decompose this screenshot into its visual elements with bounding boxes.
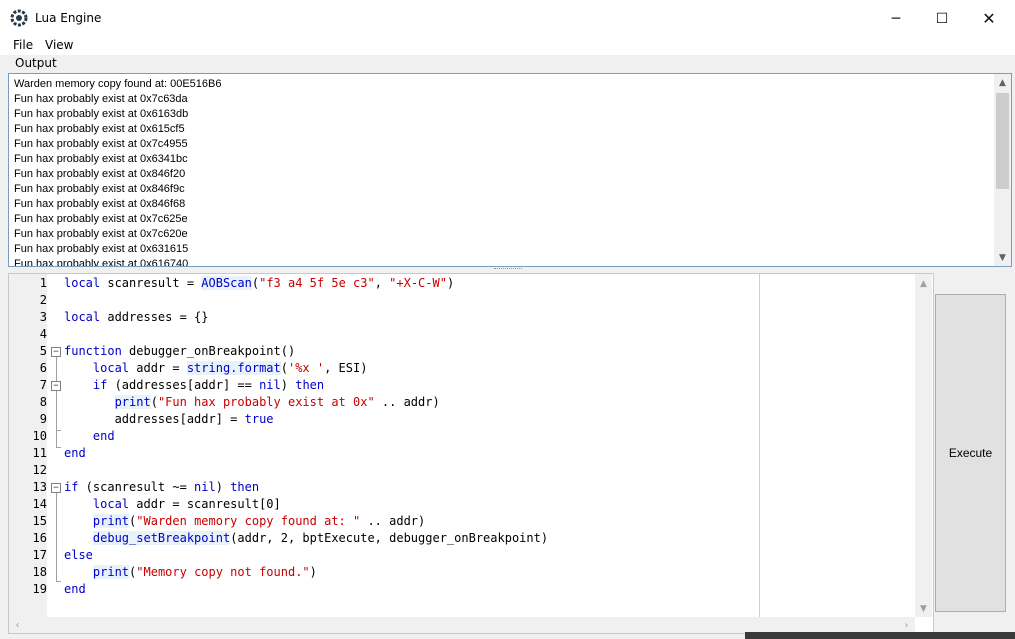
line-number: 8 <box>39 395 47 409</box>
output-line: Fun hax probably exist at 0x7c63da <box>14 93 188 105</box>
menu-bar: File View <box>0 37 1015 55</box>
scroll-up-icon[interactable]: ▲ <box>915 275 932 292</box>
line-number: 1 <box>39 276 47 290</box>
cheat-engine-icon <box>10 9 28 27</box>
line-number: 9 <box>39 412 47 426</box>
line-number: 14 <box>32 497 47 511</box>
line-number: 17 <box>32 548 47 562</box>
line-number-gutter: 1 2 3 4 5 6 7 8 9 10 11 12 13 14 15 16 17 18 19 <box>9 274 47 617</box>
output-scrollbar[interactable]: ▲ ▼ <box>994 74 1011 266</box>
taskbar-edge <box>745 632 1015 639</box>
line-number: 10 <box>32 429 47 443</box>
line-number: 6 <box>39 361 47 375</box>
fold-toggle-icon[interactable]: − <box>51 381 61 391</box>
output-line: Fun hax probably exist at 0x846f9c <box>14 183 185 195</box>
code-editor[interactable]: 1 2 3 4 5 6 7 8 9 10 11 12 13 14 15 16 17 18 19 − − − loca… <box>8 273 934 634</box>
minimize-button[interactable]: ─ <box>873 0 919 37</box>
line-number: 16 <box>32 531 47 545</box>
code-text-area[interactable]: local scanresult = AOBScan("f3 a4 5f 5e … <box>64 274 904 617</box>
code-line: if (scanresult ~= nil) then <box>64 480 260 494</box>
line-number: 2 <box>39 293 47 307</box>
fold-guide-end <box>56 581 61 582</box>
line-number: 19 <box>32 582 47 596</box>
line-number: 11 <box>32 446 47 460</box>
code-line: local addr = string.format('%x ', ESI) <box>92 361 368 375</box>
code-line: else <box>64 548 93 562</box>
minimize-icon: ─ <box>891 10 901 27</box>
fold-margin[interactable]: − − − <box>49 274 63 617</box>
output-pane[interactable]: Warden memory copy found at: 00E516B6 Fun… <box>8 73 1012 267</box>
line-number: 3 <box>39 310 47 324</box>
editor-horizontal-scrollbar[interactable]: ‹ › <box>9 617 915 633</box>
splitter-grip-icon <box>494 268 522 271</box>
code-line: debug_setBreakpoint(addr, 2, bptExecute,… <box>92 531 549 545</box>
output-line: Fun hax probably exist at 0x615cf5 <box>14 123 185 135</box>
code-line: end <box>64 446 86 460</box>
line-number: 5 <box>39 344 47 358</box>
maximize-button[interactable]: ☐ <box>919 0 965 37</box>
output-line: Fun hax probably exist at 0x6341bc <box>14 153 188 165</box>
fold-guide <box>56 493 57 581</box>
fold-toggle-icon[interactable]: − <box>51 347 61 357</box>
maximize-icon: ☐ <box>935 10 949 27</box>
output-label: Output <box>15 56 57 70</box>
menu-view[interactable]: View <box>45 38 73 52</box>
code-line: if (addresses[addr] == nil) then <box>92 378 325 392</box>
code-line: local addr = scanresult[0] <box>92 497 281 511</box>
scroll-down-icon[interactable]: ▼ <box>994 249 1011 266</box>
line-number: 12 <box>32 463 47 477</box>
edge-column-marker <box>759 274 760 617</box>
output-line: Fun hax probably exist at 0x7c4955 <box>14 138 188 150</box>
fold-guide <box>56 357 57 447</box>
code-line: print("Fun hax probably exist at 0x" .. … <box>114 395 440 409</box>
output-line: Warden memory copy found at: 00E516B6 <box>14 78 222 90</box>
scroll-left-icon[interactable]: ‹ <box>9 617 26 633</box>
code-line: local scanresult = AOBScan("f3 a4 5f 5e … <box>64 276 455 290</box>
output-scroll-thumb[interactable] <box>996 93 1009 189</box>
line-number: 4 <box>39 327 47 341</box>
output-line: Fun hax probably exist at 0x846f68 <box>14 198 186 210</box>
output-line: Fun hax probably exist at 0x6163db <box>14 108 189 120</box>
close-icon: ✕ <box>982 9 996 28</box>
output-line: Fun hax probably exist at 0x631615 <box>14 243 189 255</box>
code-line: local addresses = {} <box>64 310 209 324</box>
output-line: Fun hax probably exist at 0x7c620e <box>14 228 188 240</box>
line-number: 13 <box>32 480 47 494</box>
line-number: 7 <box>39 378 47 392</box>
line-number: 18 <box>32 565 47 579</box>
fold-guide-end <box>56 447 61 448</box>
scroll-right-icon[interactable]: › <box>898 617 915 633</box>
output-line: Fun hax probably exist at 0x846f20 <box>14 168 186 180</box>
close-button[interactable]: ✕ <box>966 0 1012 37</box>
code-line: end <box>64 582 86 596</box>
code-line: function debugger_onBreakpoint() <box>64 344 296 358</box>
menu-file[interactable]: File <box>13 38 33 52</box>
code-line: print("Memory copy not found.") <box>92 565 317 579</box>
code-line: print("Warden memory copy found at: " ..… <box>92 514 426 528</box>
line-number: 15 <box>32 514 47 528</box>
execute-button[interactable]: Execute <box>935 294 1006 612</box>
fold-guide-end <box>56 430 61 431</box>
pane-splitter[interactable] <box>0 266 1015 272</box>
window-title: Lua Engine <box>35 11 102 25</box>
title-bar[interactable]: Lua Engine ─ ☐ ✕ <box>0 0 1015 37</box>
editor-vertical-scrollbar[interactable]: ▲ ▼ <box>915 274 932 617</box>
scroll-up-icon[interactable]: ▲ <box>994 74 1011 91</box>
output-lines: Warden memory copy found at: 00E516B6 Fun… <box>14 77 222 266</box>
scroll-down-icon[interactable]: ▼ <box>915 600 932 617</box>
code-line: end <box>92 429 115 443</box>
fold-toggle-icon[interactable]: − <box>51 483 61 493</box>
output-line: Fun hax probably exist at 0x7c625e <box>14 213 188 225</box>
code-line: addresses[addr] = true <box>64 412 274 426</box>
